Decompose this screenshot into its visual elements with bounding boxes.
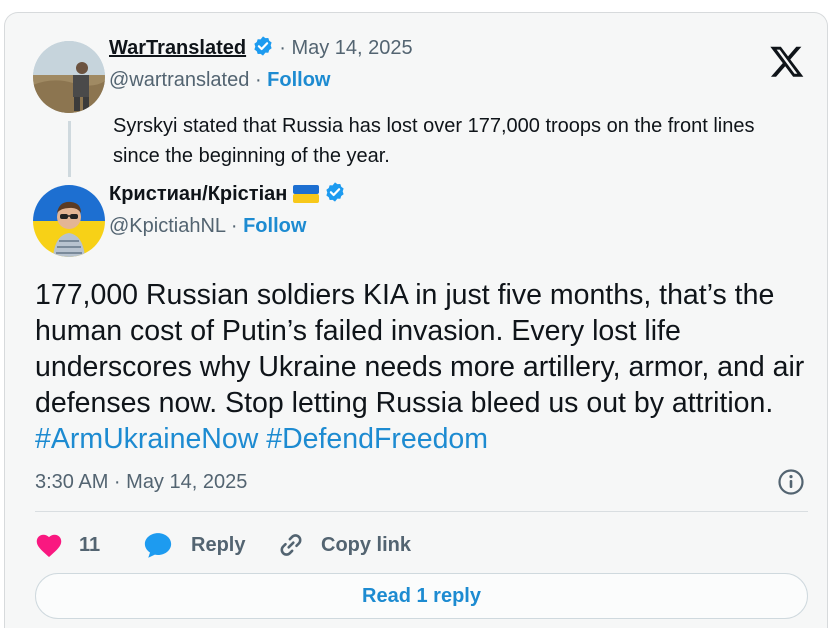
verified-badge-icon: [326, 182, 345, 202]
quoted-author-name[interactable]: WarTranslated: [109, 37, 246, 59]
hashtag-link[interactable]: #DefendFreedom: [266, 423, 488, 455]
copy-link-button[interactable]: Copy link: [277, 527, 411, 563]
ukraine-flag-icon: [292, 185, 319, 203]
avatar[interactable]: [33, 185, 105, 257]
info-icon[interactable]: [777, 468, 805, 496]
embedded-post-card: WarTranslated · May 14, 2025 @wartransla…: [4, 12, 828, 628]
reply-button[interactable]: Reply: [143, 527, 245, 563]
follow-button[interactable]: Follow: [243, 215, 306, 237]
post-header: Кристиан/Крістіан: [109, 181, 346, 206]
read-replies-button[interactable]: Read 1 reply: [35, 573, 808, 619]
x-logo-icon[interactable]: [769, 43, 805, 79]
author-name[interactable]: Кристиан/Крістіан: [109, 183, 287, 205]
verified-badge-icon: [254, 36, 272, 56]
avatar[interactable]: [33, 41, 105, 113]
quoted-post-handle-row: @wartranslated · Follow: [109, 69, 331, 91]
reply-label: Reply: [191, 533, 246, 556]
separator-dot: ·: [230, 215, 238, 237]
divider: [35, 511, 808, 512]
reply-bubble-icon: [144, 533, 172, 558]
heart-icon: [36, 534, 62, 558]
like-count: 11: [79, 533, 101, 556]
quoted-author-handle[interactable]: @wartranslated: [109, 69, 249, 91]
read-replies-label: Read 1 reply: [362, 584, 481, 607]
separator-dot: ·: [279, 37, 286, 59]
like-button[interactable]: 11: [35, 527, 100, 563]
quoted-post-date[interactable]: May 14, 2025: [291, 37, 412, 59]
quoted-post-header: WarTranslated · May 14, 2025: [109, 35, 413, 60]
post-timestamp[interactable]: 3:30 AM · May 14, 2025: [35, 471, 247, 494]
post-handle-row: @KpictiahNL · Follow: [109, 215, 306, 238]
post-body: 177,000 Russian soldiers KIA in just fiv…: [35, 279, 805, 419]
link-icon: [280, 534, 302, 556]
hashtag-link[interactable]: #ArmUkraineNow: [35, 423, 258, 455]
author-handle[interactable]: @KpictiahNL: [109, 215, 225, 237]
copy-link-label: Copy link: [321, 533, 412, 556]
quoted-post-text: Syrskyi stated that Russia has lost over…: [113, 115, 755, 167]
follow-button[interactable]: Follow: [267, 69, 330, 91]
thread-connector: [68, 121, 71, 177]
post-text: 177,000 Russian soldiers KIA in just fiv…: [35, 277, 815, 457]
